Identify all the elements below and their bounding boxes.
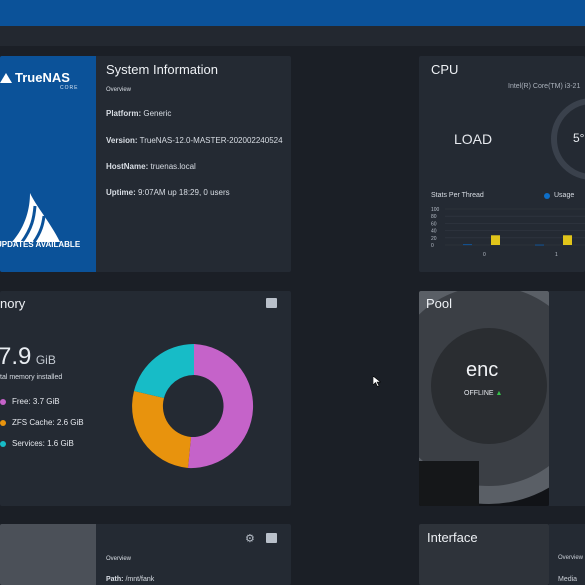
version-row: Version: TrueNAS-12.0-MASTER-20200224052… [106, 136, 283, 145]
memory-legend: Free: 3.7 GiB ZFS Cache: 2.6 GiB Service… [0, 397, 84, 460]
overview-label: Overview [106, 87, 132, 93]
system-info-card: TrueNAS CORE UPDATES AVAILABLE System In… [0, 56, 291, 272]
pool-title: Pool [426, 296, 453, 311]
path-value: /mnt/fank [125, 576, 155, 583]
cpu-thread-chart: 1008060402000 1 [431, 207, 585, 258]
memory-total-label: tal memory installed [0, 374, 63, 381]
storage-report-icon[interactable] [266, 533, 277, 543]
legend-services: Services: 1.6 GiB [0, 439, 84, 460]
y-tick-label: 20 [431, 236, 437, 242]
memory-total-value: 7.9 [0, 343, 32, 370]
y-tick-label: 0 [431, 243, 434, 249]
thread-bar [563, 235, 572, 245]
hostname-row: HostName: truenas.local [106, 162, 196, 171]
version-label: Version: [106, 136, 138, 145]
free-label: Free: 3.7 GiB [12, 397, 60, 406]
thread-bar [535, 244, 544, 246]
x-tick-label: 1 [555, 252, 558, 258]
pool-card: Pool enc OFFLINE ▲ [419, 291, 549, 506]
legend-zfs-cache: ZFS Cache: 2.6 GiB [0, 418, 84, 439]
storage-card: ⚙ Overview Path: /mnt/fank [0, 524, 291, 585]
y-tick-label: 80 [431, 214, 437, 220]
cpu-model: Intel(R) Core(TM) i3-21 [508, 83, 581, 90]
load-label: LOAD [454, 131, 493, 147]
uptime-value: 9:07AM up 18:29, 0 users [138, 188, 230, 197]
services-label: Services: 1.6 GiB [12, 439, 74, 448]
version-value: TrueNAS-12.0-MASTER-202002240524 [139, 136, 283, 145]
updates-available-link[interactable]: UPDATES AVAILABLE [0, 240, 80, 249]
storage-overview: Overview [106, 556, 132, 562]
y-tick-label: 40 [431, 229, 437, 235]
free-dot [0, 398, 6, 405]
memory-donut [132, 344, 254, 469]
page-toolbar [0, 26, 585, 46]
interface-overview: Overview [558, 555, 584, 561]
pool-name: enc [466, 359, 499, 381]
x-tick-label: 0 [483, 252, 486, 258]
thread-bar [463, 244, 472, 246]
interface-media: Media [558, 576, 578, 583]
legend-free: Free: 3.7 GiB [0, 397, 84, 418]
brand-subtitle: CORE [60, 85, 79, 91]
zfs-cache-label: ZFS Cache: 2.6 GiB [12, 418, 84, 427]
interface-card: Interface [419, 524, 549, 585]
system-info-title: System Information [106, 62, 218, 77]
hostname-value: truenas.local [150, 162, 196, 171]
usage-legend-label: Usage [554, 192, 575, 199]
lock-icon: ▲ [495, 390, 503, 397]
uptime-label: Uptime: [106, 188, 136, 197]
interface-title: Interface [427, 530, 478, 545]
brand-name: TrueNAS [15, 70, 70, 85]
pool-status: OFFLINE ▲ [464, 390, 502, 397]
platform-value: Generic [143, 109, 172, 118]
mouse-cursor-icon [373, 376, 381, 387]
memory-total-row: 7.9 GiB [0, 343, 56, 371]
memory-total-unit: GiB [35, 353, 56, 367]
storage-image-panel [0, 524, 96, 585]
disk-platter-image [419, 291, 549, 506]
pool-status-text: OFFLINE [464, 390, 494, 397]
y-tick-label: 60 [431, 221, 437, 227]
path-label: Path: [106, 576, 124, 583]
memory-card: nory 7.9 GiB tal memory installed Free: … [0, 291, 291, 506]
truenas-logo-panel: TrueNAS CORE UPDATES AVAILABLE [0, 56, 96, 272]
stats-per-thread-title: Stats Per Thread [431, 192, 484, 199]
memory-title: nory [0, 296, 26, 311]
uptime-row: Uptime: 9:07AM up 18:29, 0 users [106, 188, 230, 197]
truenas-logo-icon [0, 73, 12, 83]
platform-label: Platform: [106, 109, 142, 118]
cpu-card: CPU Intel(R) Core(TM) i3-21 LOAD 5° Stat… [419, 56, 585, 272]
usage-legend-dot [544, 193, 550, 199]
cpu-title: CPU [431, 62, 459, 77]
hostname-label: HostName: [106, 162, 149, 171]
thread-bar [491, 235, 500, 245]
zfs-cache-dot [0, 419, 6, 426]
settings-gear-icon[interactable]: ⚙ [245, 532, 255, 545]
y-tick-label: 100 [431, 207, 440, 213]
cpu-gauge-value: 5° [573, 131, 585, 145]
storage-path-row: Path: /mnt/fank [106, 576, 154, 583]
top-navbar [0, 0, 585, 26]
interface-card-side: Overview Media [549, 524, 585, 585]
platform-row: Platform: Generic [106, 109, 171, 118]
services-dot [0, 440, 6, 447]
pool-card-side [549, 291, 585, 506]
memory-report-icon[interactable] [266, 298, 277, 308]
shark-fin-icon [12, 193, 60, 243]
